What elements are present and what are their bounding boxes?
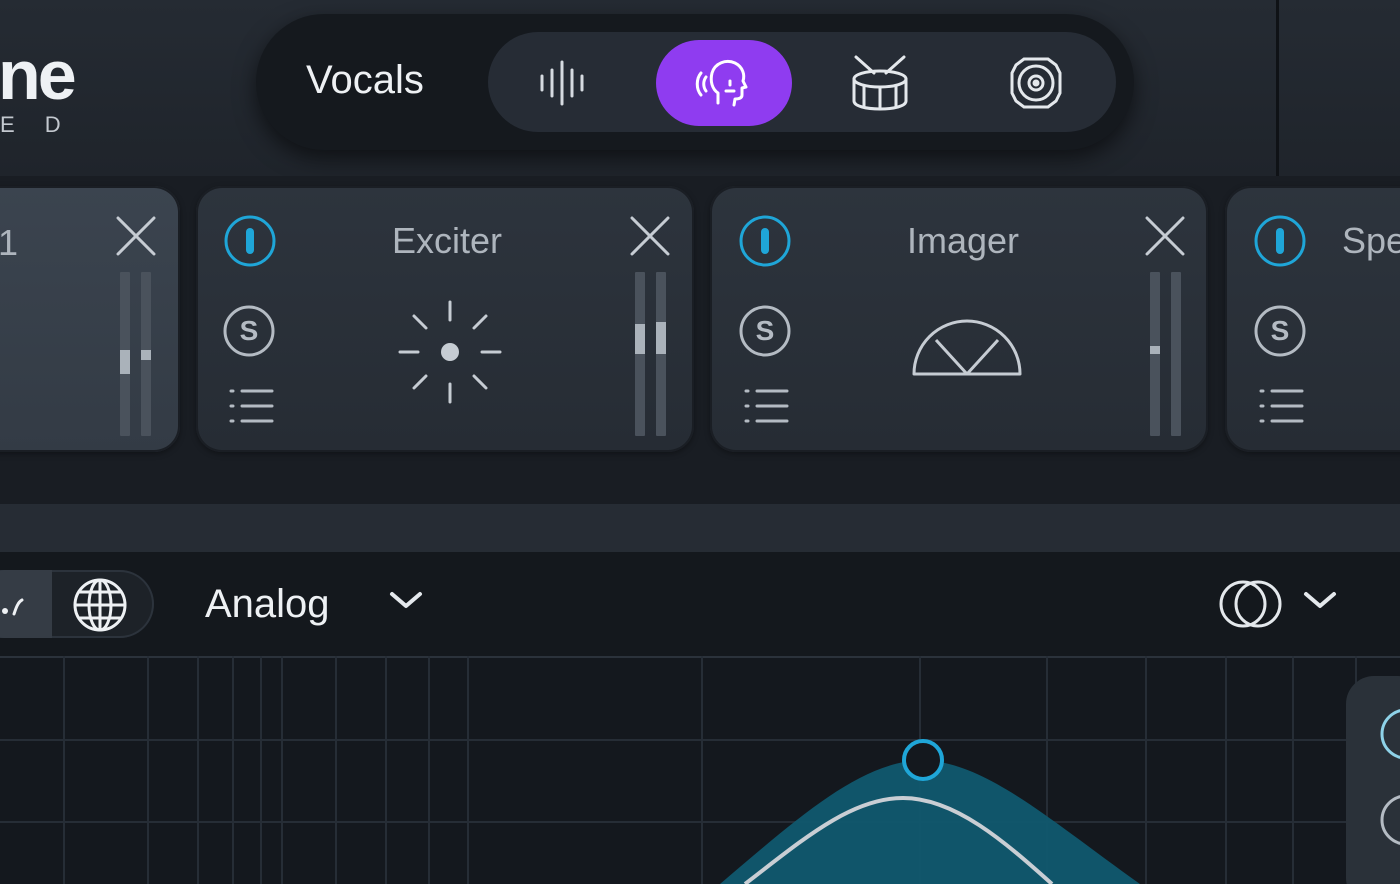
output-meter-right — [656, 272, 666, 436]
output-meter-left — [635, 272, 645, 436]
list-menu-icon[interactable] — [743, 386, 791, 426]
type-drums-button[interactable] — [812, 40, 948, 126]
section-divider — [0, 504, 1400, 552]
power-icon[interactable] — [737, 213, 793, 269]
chevron-down-icon[interactable] — [388, 588, 424, 612]
close-icon[interactable] — [628, 214, 672, 258]
module-title-next: Spe — [1342, 220, 1400, 261]
close-icon[interactable] — [114, 214, 158, 258]
assistant-type-label: Vocals — [306, 58, 424, 102]
solo-button[interactable]: S — [222, 304, 276, 358]
exciter-icon — [398, 300, 502, 404]
drum-icon — [852, 55, 908, 111]
chevron-down-icon[interactable] — [1302, 588, 1338, 612]
solo-label: S — [239, 315, 259, 346]
eq-graph[interactable] — [0, 656, 1400, 884]
band-side-panel — [1346, 676, 1400, 884]
output-meter-right — [1171, 272, 1181, 436]
list-menu-icon[interactable] — [1258, 386, 1306, 426]
solo-button[interactable]: S — [738, 304, 792, 358]
view-mode-curve-segment[interactable] — [0, 570, 52, 638]
type-speaker-button[interactable] — [968, 40, 1104, 126]
solo-label: S — [755, 315, 775, 346]
close-icon[interactable] — [1143, 214, 1187, 258]
solo-label: S — [1270, 315, 1290, 346]
power-icon[interactable] — [1378, 706, 1400, 762]
eq-grid — [0, 656, 1400, 884]
globe-icon[interactable] — [72, 577, 128, 633]
top-divider — [1276, 0, 1279, 176]
curve-view-icon — [2, 598, 24, 616]
imager-icon — [912, 319, 1022, 376]
module-title: 1 — [0, 222, 19, 263]
view-mode-toggle[interactable] — [0, 570, 154, 638]
eq-band-node[interactable] — [902, 739, 944, 781]
voice-head-icon — [695, 59, 748, 107]
speaker-icon — [1010, 57, 1062, 109]
solo-ring-icon[interactable] — [1378, 792, 1400, 848]
type-vocals-button[interactable] — [656, 40, 792, 126]
output-meter-left — [120, 272, 130, 436]
stereo-rings-icon[interactable] — [1218, 576, 1294, 632]
power-icon[interactable] — [222, 213, 278, 269]
eq-display[interactable] — [0, 656, 1400, 884]
power-icon[interactable] — [1252, 213, 1308, 269]
output-meter-right — [141, 272, 151, 436]
output-meter-left — [1150, 272, 1160, 436]
type-waveform-button[interactable] — [496, 40, 632, 126]
product-logo: ne — [0, 36, 77, 114]
app-root: ne E D Vocals 1 Exciter S Imager S Spe S… — [0, 0, 1400, 884]
waveform-icon — [540, 60, 584, 106]
module-title-imager: Imager — [907, 220, 1020, 261]
eq-mode-dropdown[interactable]: Analog — [205, 582, 330, 627]
list-menu-icon[interactable] — [228, 386, 276, 426]
product-logo-subtitle: E D — [0, 112, 73, 137]
module-title-exciter: Exciter — [392, 220, 503, 261]
solo-button[interactable]: S — [1253, 304, 1307, 358]
